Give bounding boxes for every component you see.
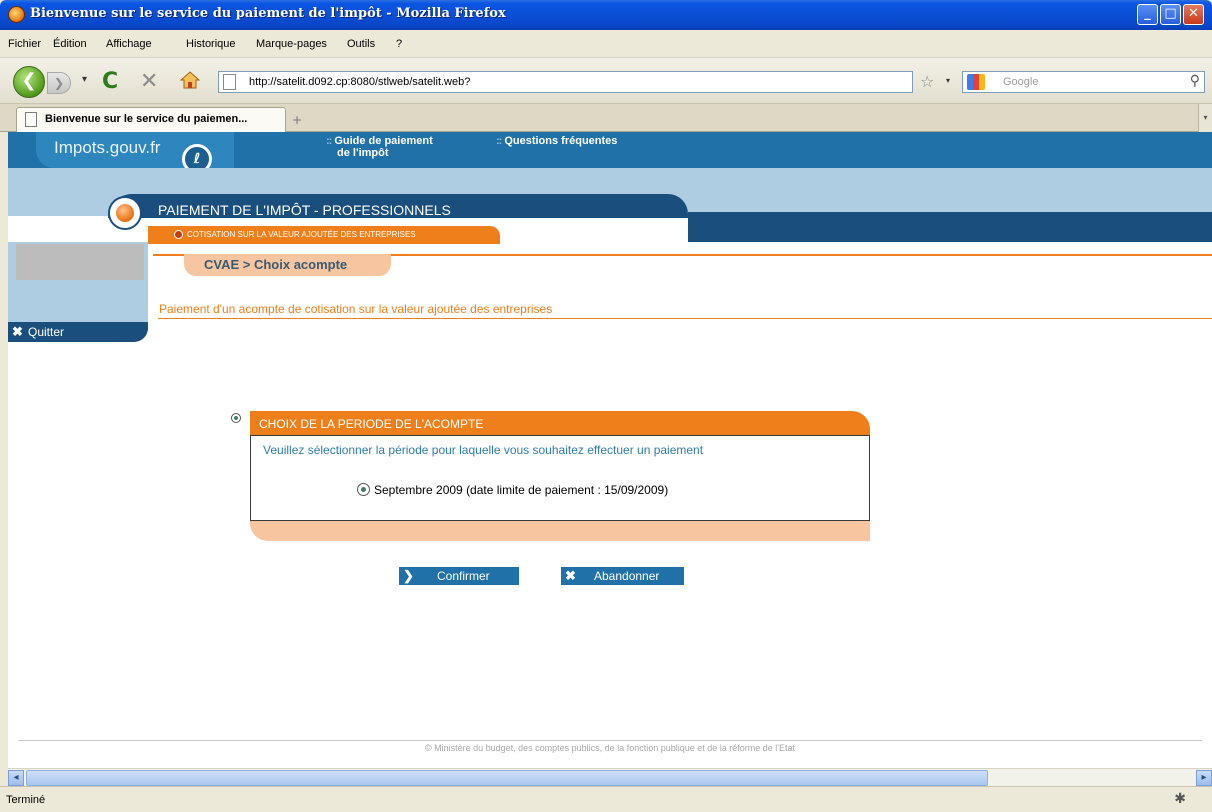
- google-icon[interactable]: [967, 74, 985, 90]
- scroll-right-icon[interactable]: ▸: [1196, 770, 1212, 786]
- divider: [158, 318, 1212, 319]
- window-title-bar: Bienvenue sur le service du paiement de …: [0, 0, 1212, 30]
- url-dropdown-icon[interactable]: ▾: [946, 76, 950, 85]
- period-box-title: CHOIX DE LA PERIODE DE L'ACOMPTE: [259, 417, 484, 431]
- menu-tools[interactable]: Outils: [347, 38, 375, 50]
- confirm-label: Confirmer: [437, 569, 490, 583]
- menu-view[interactable]: Affichage: [106, 38, 152, 50]
- menu-file[interactable]: Fichier: [8, 38, 41, 50]
- period-box: Veuillez sélectionner la période pour la…: [250, 435, 870, 521]
- period-radio-september-2009[interactable]: [357, 483, 370, 496]
- scrollbar-thumb[interactable]: [26, 770, 988, 786]
- horizontal-scrollbar[interactable]: ◂ ▸: [8, 768, 1212, 786]
- period-box-footer: [250, 521, 870, 541]
- section-title: PAIEMENT DE L'IMPÔT - PROFESSIONNELS: [158, 202, 451, 218]
- quit-button[interactable]: ✖ Quitter: [8, 322, 148, 342]
- bug-icon[interactable]: ✱: [1174, 791, 1186, 807]
- footer-divider: [18, 740, 1202, 741]
- breadcrumb-text: CVAE > Choix acompte: [204, 257, 348, 272]
- maximize-button[interactable]: □: [1160, 4, 1181, 25]
- page-description: Paiement d'un acompte de cotisation sur …: [159, 302, 553, 316]
- left-panel: ✖ Quitter: [8, 242, 148, 342]
- page-footer: © Ministère du budget, des comptes publi…: [424, 743, 796, 753]
- search-placeholder: Google: [1003, 76, 1039, 88]
- nav-guide-link[interactable]: :: Guide de paiement de l'impôt: [326, 135, 433, 159]
- left-panel-placeholder: [16, 244, 144, 280]
- page-icon: [25, 112, 37, 127]
- subsection-tab: COTISATION SUR LA VALEUR AJOUTÉE DES ENT…: [148, 226, 500, 244]
- menu-bookmarks[interactable]: Marque-pages: [256, 38, 327, 50]
- page-icon: [223, 74, 236, 90]
- quit-label: Quitter: [28, 325, 65, 339]
- search-icon[interactable]: ⚲: [1190, 73, 1200, 89]
- arrow-right-icon: ❯: [403, 568, 414, 583]
- period-option-label[interactable]: Septembre 2009 (date limite de paiement …: [374, 483, 668, 497]
- reload-button[interactable]: C: [102, 69, 118, 94]
- history-dropdown-icon[interactable]: ▾: [82, 74, 87, 85]
- abandon-button[interactable]: ✖ Abandonner: [561, 567, 684, 585]
- tab-bar: Bienvenue sur le service du paiemen... +: [0, 104, 1212, 132]
- search-input[interactable]: Google ⚲: [962, 71, 1205, 93]
- firefox-icon: [8, 6, 25, 23]
- box-bullet-icon: [231, 413, 241, 423]
- section-header-strip: [688, 212, 1212, 242]
- forward-button[interactable]: ❯: [47, 72, 71, 94]
- navigation-toolbar: ❮ ❯ ▾ C ✕ http://satelit.d092.cp:8080/st…: [0, 58, 1212, 104]
- subsection-bullet-icon: [174, 230, 183, 239]
- new-tab-button[interactable]: +: [292, 113, 302, 127]
- bookmark-star-icon[interactable]: ☆: [920, 72, 934, 91]
- menu-bar: Fichier Édition Affichage Historique Mar…: [0, 30, 1212, 58]
- stop-button[interactable]: ✕: [140, 69, 158, 94]
- period-box-header: CHOIX DE LA PERIODE DE L'ACOMPTE: [250, 411, 870, 435]
- back-button[interactable]: ❮: [13, 66, 45, 98]
- window-edge: [0, 132, 8, 786]
- status-bar: Terminé ✱: [0, 786, 1212, 812]
- close-icon: ✖: [12, 324, 23, 339]
- nav-faq-link[interactable]: :: Questions fréquentes: [496, 135, 617, 147]
- confirm-button[interactable]: ❯ Confirmer: [399, 567, 519, 585]
- menu-help[interactable]: ?: [396, 38, 402, 50]
- scroll-left-icon[interactable]: ◂: [8, 770, 24, 786]
- abandon-label: Abandonner: [594, 569, 660, 583]
- section-bullet-icon: [108, 196, 142, 230]
- site-logo[interactable]: Impots.gouv.fr: [54, 138, 160, 158]
- close-icon: ✖: [565, 568, 576, 583]
- menu-edit[interactable]: Édition: [53, 38, 87, 50]
- period-question: Veuillez sélectionner la période pour la…: [263, 443, 704, 457]
- breadcrumb: CVAE > Choix acompte: [184, 254, 391, 276]
- window-title: Bienvenue sur le service du paiement de …: [30, 6, 506, 21]
- tab-label: Bienvenue sur le service du paiemen...: [45, 113, 248, 125]
- home-icon[interactable]: [180, 71, 200, 89]
- minimize-button[interactable]: _: [1137, 4, 1158, 25]
- tab-list-button[interactable]: ▾: [1198, 104, 1212, 132]
- status-text: Terminé: [6, 794, 46, 806]
- close-button[interactable]: ✕: [1183, 4, 1204, 25]
- url-text[interactable]: http://satelit.d092.cp:8080/stlweb/satel…: [249, 76, 470, 88]
- tab-active[interactable]: Bienvenue sur le service du paiemen...: [16, 107, 286, 132]
- page-content: Impots.gouv.fr ℓ :: Guide de paiement de …: [8, 132, 1212, 768]
- menu-history[interactable]: Historique: [186, 38, 236, 50]
- url-bar[interactable]: http://satelit.d092.cp:8080/stlweb/satel…: [218, 71, 913, 93]
- subsection-title: COTISATION SUR LA VALEUR AJOUTÉE DES ENT…: [187, 230, 416, 239]
